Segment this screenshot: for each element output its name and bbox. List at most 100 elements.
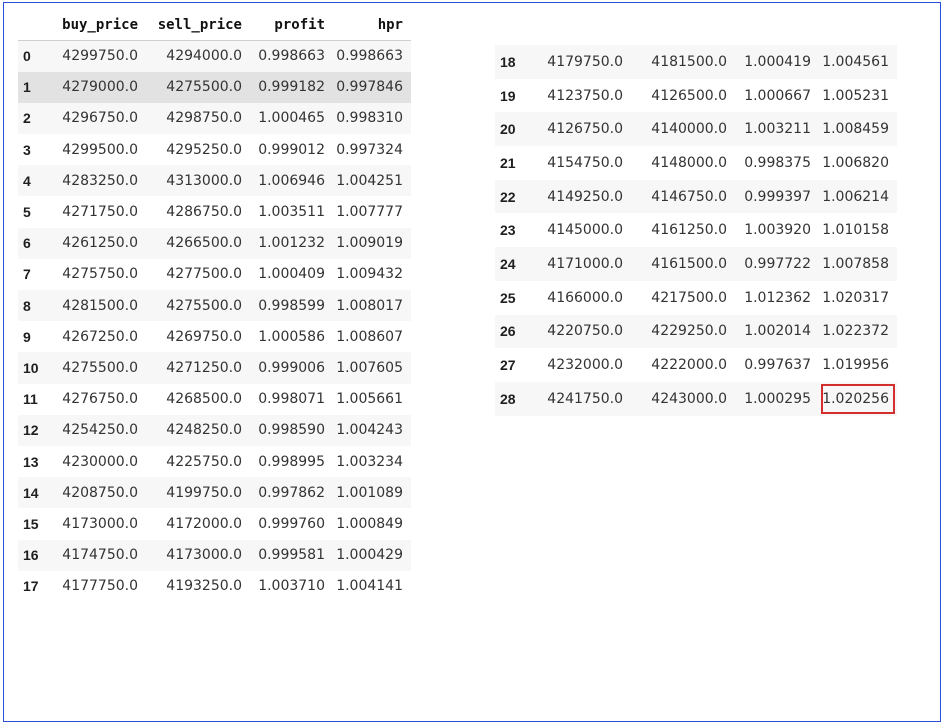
- row-index: 7: [23, 266, 31, 283]
- hpr-cell: 1.006820: [822, 154, 889, 171]
- profit-cell: 1.012362: [744, 289, 811, 306]
- hpr-cell: 1.001089: [333, 477, 411, 509]
- dataframe-left: buy_price sell_price profit hpr 0 4299750…: [18, 9, 411, 602]
- row-index: 13: [23, 453, 39, 470]
- table-row: 19 4123750.0 4126500.0 1.000667 1.005231: [495, 79, 897, 113]
- row-index: 16: [18, 539, 52, 571]
- sell-price-cell: 4126500.0: [651, 87, 727, 104]
- hpr-cell: 0.998663: [333, 40, 411, 72]
- buy-price-cell: 4145000.0: [547, 222, 623, 239]
- sell-price-cell: 4313000.0: [146, 165, 250, 197]
- profit-cell: 0.998995: [258, 453, 325, 470]
- sell-price-cell: 4298750.0: [146, 102, 250, 135]
- row-index: 14: [18, 477, 52, 509]
- buy-price-cell: 4296750.0: [52, 102, 146, 135]
- sell-price-cell: 4173000.0: [146, 539, 250, 571]
- buy-price-cell: 4267250.0: [62, 328, 138, 345]
- row-index: 0: [18, 40, 52, 72]
- row-index: 17: [23, 578, 39, 595]
- header-row: buy_price sell_price profit hpr: [18, 9, 411, 41]
- row-index: 11: [23, 391, 38, 408]
- sell-price-cell: 4275500.0: [146, 71, 250, 103]
- table-row: 6 4261250.0 4266500.0 1.001232 1.009019: [18, 227, 411, 259]
- table-row: 9 4267250.0 4269750.0 1.000586 1.008607: [18, 321, 411, 352]
- table-row: 1 4279000.0 4275500.0 0.999182 0.997846: [18, 71, 411, 103]
- table-row: 2 4296750.0 4298750.0 1.000465 0.998310: [18, 102, 411, 135]
- hpr-cell: 1.005231: [822, 87, 889, 104]
- buy-price-cell: 4123750.0: [547, 87, 623, 104]
- profit-cell: 0.999397: [735, 179, 819, 214]
- sell-price-cell: 4275500.0: [146, 290, 250, 322]
- buy-price-cell: 4281500.0: [52, 290, 146, 322]
- table-row: 15 4173000.0 4172000.0 0.999760 1.000849: [18, 508, 411, 539]
- profit-cell: 0.998071: [258, 391, 325, 408]
- hpr-cell: 0.997324: [336, 141, 403, 158]
- sell-price-cell: 4229250.0: [631, 314, 735, 349]
- row-index: 23: [500, 222, 516, 239]
- buy-price-cell: 4261250.0: [52, 227, 146, 259]
- profit-cell: 0.998599: [250, 290, 333, 322]
- table-row: 8 4281500.0 4275500.0 0.998599 1.008017: [18, 290, 411, 322]
- buy-price-cell: 4171000.0: [533, 247, 631, 281]
- buy-price-cell: 4173000.0: [62, 515, 138, 532]
- buy-price-cell: 4299750.0: [52, 40, 146, 72]
- col-header-buy-price: buy_price: [52, 9, 146, 41]
- sell-price-cell: 4277500.0: [166, 266, 242, 283]
- hpr-cell: 1.019956: [822, 357, 889, 374]
- buy-price-cell: 4283250.0: [52, 165, 146, 197]
- row-index: 9: [23, 328, 31, 345]
- profit-cell: 0.997722: [735, 247, 819, 281]
- sell-price-cell: 4286750.0: [166, 204, 242, 221]
- hpr-cell: 1.003234: [336, 453, 403, 470]
- sell-price-cell: 4295250.0: [166, 141, 242, 158]
- table-row: 17 4177750.0 4193250.0 1.003710 1.004141: [18, 571, 411, 602]
- table-row: 0 4299750.0 4294000.0 0.998663 0.998663: [18, 40, 411, 72]
- sell-price-cell: 4148000.0: [651, 154, 727, 171]
- profit-cell: 1.003511: [258, 204, 325, 221]
- buy-price-cell: 4220750.0: [533, 314, 631, 349]
- profit-cell: 1.003920: [744, 222, 811, 239]
- profit-cell: 1.002014: [735, 314, 819, 349]
- profit-cell: 0.999182: [250, 71, 333, 103]
- buy-price-cell: 4275500.0: [52, 352, 146, 384]
- hpr-cell: 1.020256: [819, 381, 897, 416]
- sell-price-cell: 4225750.0: [166, 453, 242, 470]
- hpr-cell: 1.004141: [336, 578, 403, 595]
- buy-price-cell: 4254250.0: [52, 414, 146, 446]
- profit-cell: 1.000586: [258, 328, 325, 345]
- row-index: 2: [18, 102, 52, 135]
- col-header-sell-price: sell_price: [146, 9, 250, 41]
- sell-price-cell: 4161250.0: [651, 222, 727, 239]
- hpr-cell: 1.007858: [819, 247, 897, 281]
- buy-price-cell: 4230000.0: [62, 453, 138, 470]
- table-row: 14 4208750.0 4199750.0 0.997862 1.001089: [18, 477, 411, 509]
- profit-cell: 0.999006: [250, 352, 333, 384]
- table-row: 24 4171000.0 4161500.0 0.997722 1.007858: [495, 247, 897, 281]
- row-index: 22: [495, 179, 533, 214]
- hpr-cell: 1.004251: [333, 165, 411, 197]
- profit-cell: 0.999581: [250, 539, 333, 571]
- sell-price-cell: 4146750.0: [631, 179, 735, 214]
- profit-cell: 1.000419: [735, 45, 819, 79]
- table-row: 7 4275750.0 4277500.0 1.000409 1.009432: [18, 259, 411, 290]
- table-row: 25 4166000.0 4217500.0 1.012362 1.020317: [495, 281, 897, 315]
- buy-price-cell: 4271750.0: [62, 204, 138, 221]
- hpr-cell: 1.007605: [333, 352, 411, 384]
- col-header-profit: profit: [250, 9, 333, 41]
- hpr-cell: 1.009432: [336, 266, 403, 283]
- output-frame: buy_price sell_price profit hpr 0 4299750…: [3, 2, 941, 722]
- profit-cell: 1.000295: [735, 381, 819, 416]
- table-row: 16 4174750.0 4173000.0 0.999581 1.000429: [18, 539, 411, 571]
- buy-price-cell: 4241750.0: [533, 381, 631, 416]
- hpr-cell: 1.008607: [336, 328, 403, 345]
- hpr-cell: 1.020317: [822, 289, 889, 306]
- sell-price-cell: 4181500.0: [631, 45, 735, 79]
- profit-cell: 1.006946: [250, 165, 333, 197]
- row-index: 21: [500, 154, 516, 171]
- hpr-cell: 0.997846: [333, 71, 411, 103]
- sell-price-cell: 4294000.0: [146, 40, 250, 72]
- buy-price-cell: 4166000.0: [547, 289, 623, 306]
- table-row: 22 4149250.0 4146750.0 0.999397 1.006214: [495, 179, 897, 214]
- sell-price-cell: 4199750.0: [146, 477, 250, 509]
- table-row: 21 4154750.0 4148000.0 0.998375 1.006820: [495, 146, 897, 180]
